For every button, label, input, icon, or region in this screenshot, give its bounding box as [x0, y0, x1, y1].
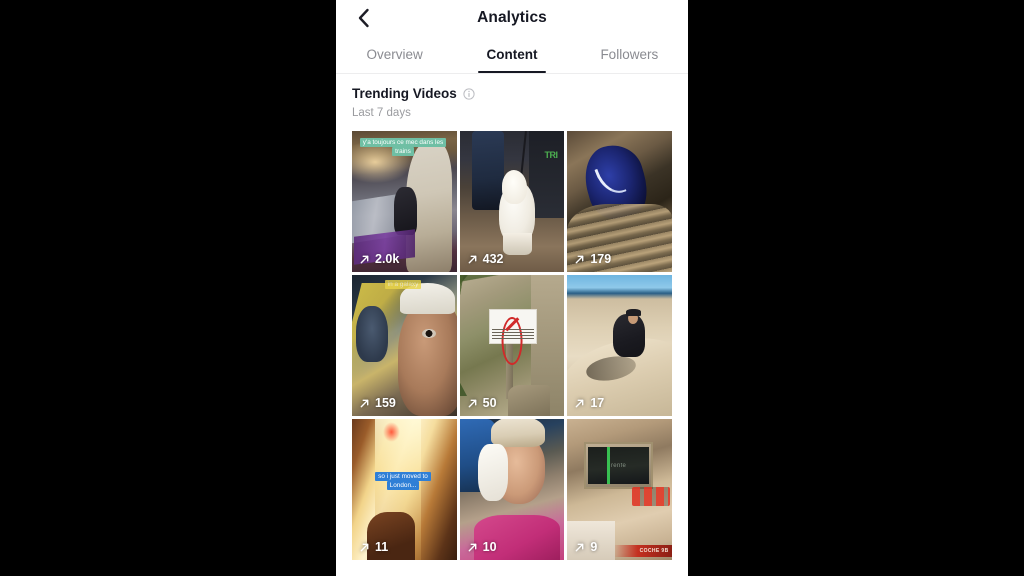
tab-followers-label: Followers — [600, 47, 659, 62]
view-count: 10 — [467, 540, 497, 554]
view-count: 17 — [574, 396, 604, 410]
video-caption-text: y'a toujours ce mec dans les trains — [359, 138, 447, 157]
view-count: 50 — [467, 396, 497, 410]
view-count-value: 11 — [375, 540, 389, 554]
view-count-value: 159 — [375, 396, 396, 410]
video-artwork — [459, 419, 565, 560]
page-title: Analytics — [477, 9, 547, 26]
view-count-value: 432 — [482, 252, 504, 266]
screenshot-stage: Analytics Overview Content Followers Tre… — [0, 0, 1024, 576]
artwork-strip-text: COCHE 9B — [639, 547, 669, 554]
video-thumbnail[interactable]: renfe COCHE 9B 9 — [567, 419, 672, 560]
view-count: 159 — [359, 396, 396, 410]
info-circle-icon[interactable] — [463, 87, 475, 100]
tab-overview-label: Overview — [366, 47, 423, 62]
arrow-up-right-icon — [359, 398, 370, 409]
view-count: 432 — [467, 252, 504, 266]
view-count: 2.0k — [359, 252, 399, 266]
tab-overview[interactable]: Overview — [336, 36, 453, 73]
view-count: 179 — [574, 252, 611, 266]
video-thumbnail[interactable]: so i just moved to London... 11 — [352, 419, 457, 560]
video-thumbnail[interactable]: y'a toujours ce mec dans les trains 2.0k — [352, 131, 457, 272]
video-thumbnail[interactable]: TRI 432 — [459, 131, 565, 272]
video-caption-overlay: in a galaxy — [370, 279, 436, 290]
video-caption-text: in a galaxy — [384, 280, 422, 289]
video-artwork — [459, 275, 565, 416]
app-header: Analytics — [336, 0, 688, 36]
arrow-up-right-icon — [467, 254, 478, 265]
view-count-value: 179 — [590, 252, 612, 266]
tab-content[interactable]: Content — [453, 36, 570, 73]
video-thumbnail[interactable]: 179 — [567, 131, 672, 272]
view-count-value: 10 — [482, 540, 497, 554]
video-artwork — [567, 275, 672, 416]
chevron-left-icon — [357, 8, 370, 28]
arrow-up-right-icon — [467, 398, 478, 409]
view-count: 11 — [359, 540, 388, 554]
video-artwork — [352, 275, 457, 416]
section-title: Trending Videos — [352, 86, 457, 101]
tab-followers[interactable]: Followers — [571, 36, 688, 73]
video-thumbnail[interactable]: 10 — [459, 419, 565, 560]
video-thumbnail[interactable]: 50 — [459, 275, 565, 416]
trending-videos-section: Trending Videos Last 7 days — [336, 74, 688, 119]
tab-content-label: Content — [486, 47, 538, 62]
back-button[interactable] — [352, 7, 374, 29]
arrow-up-right-icon — [574, 254, 585, 265]
trending-videos-grid: y'a toujours ce mec dans les trains 2.0k… — [336, 131, 688, 560]
video-artwork: TRI — [459, 131, 565, 272]
arrow-up-right-icon — [574, 398, 585, 409]
video-caption-text: so i just moved to London... — [375, 472, 431, 491]
arrow-up-right-icon — [359, 254, 370, 265]
section-title-row: Trending Videos — [352, 86, 672, 101]
view-count-value: 50 — [482, 396, 497, 410]
view-count-value: 9 — [590, 540, 598, 554]
artwork-screen-text: renfe — [611, 462, 627, 469]
video-artwork — [567, 131, 672, 272]
arrow-up-right-icon — [574, 542, 585, 553]
analytics-tabs: Overview Content Followers — [336, 36, 688, 74]
artwork-sign-text: TRI — [544, 149, 558, 160]
video-thumbnail[interactable]: 17 — [567, 275, 672, 416]
video-caption-overlay: so i just moved to London... — [366, 471, 440, 492]
arrow-up-right-icon — [359, 542, 370, 553]
video-caption-overlay: y'a toujours ce mec dans les trains — [357, 137, 449, 158]
video-thumbnail[interactable]: in a galaxy 159 — [352, 275, 457, 416]
view-count: 9 — [574, 540, 597, 554]
view-count-value: 2.0k — [375, 252, 400, 266]
view-count-value: 17 — [590, 396, 605, 410]
arrow-up-right-icon — [467, 542, 478, 553]
video-artwork: renfe COCHE 9B — [567, 419, 672, 560]
phone-screen: Analytics Overview Content Followers Tre… — [336, 0, 688, 576]
section-subtitle: Last 7 days — [352, 107, 411, 119]
